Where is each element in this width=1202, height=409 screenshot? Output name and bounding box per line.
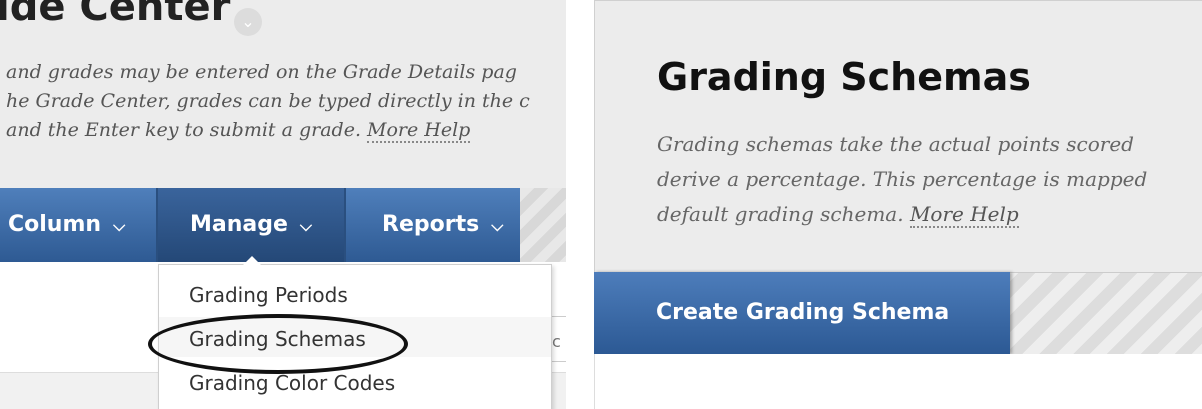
menu-caret-icon xyxy=(240,256,264,268)
description-line: and the Enter key to submit a grade. Mor… xyxy=(6,116,566,145)
more-help-link[interactable]: More Help xyxy=(909,202,1019,228)
menu-item-grading-color-codes[interactable]: Grading Color Codes xyxy=(189,371,395,395)
tab-reports-label: Reports xyxy=(382,212,480,237)
tab-column-label: Column xyxy=(8,212,102,237)
page-description: and grades may be entered on the Grade D… xyxy=(6,58,566,145)
description-text: default grading schema. xyxy=(657,202,910,226)
tab-divider xyxy=(344,188,346,262)
page-title: Grading Schemas xyxy=(657,55,1031,99)
page-title: ide Center xyxy=(0,0,231,30)
chevron-down-icon: ⌵ xyxy=(113,216,126,235)
tab-manage[interactable]: Manage ⌵ xyxy=(158,188,344,262)
more-help-link[interactable]: More Help xyxy=(367,119,471,143)
page-header: ide Center ⌄ and grades may be entered o… xyxy=(0,0,566,188)
chevron-down-icon: ⌵ xyxy=(491,216,504,235)
description-line: default grading schema. More Help xyxy=(657,197,1202,232)
menu-item-grading-periods[interactable]: Grading Periods xyxy=(189,283,348,307)
description-line: derive a percentage. This percentage is … xyxy=(657,167,1148,191)
side-column-letter: c xyxy=(552,332,561,351)
tab-column[interactable]: Column ⌵ xyxy=(8,188,125,262)
action-bar-stripes xyxy=(520,188,566,262)
tab-reports[interactable]: Reports ⌵ xyxy=(382,188,503,262)
page-description: Grading schemas take the actual points s… xyxy=(657,127,1202,232)
create-grading-schema-button[interactable]: Create Grading Schema xyxy=(594,272,1010,354)
chevron-down-icon: ⌵ xyxy=(299,216,313,235)
highlight-circle-annotation xyxy=(148,314,408,374)
page-header: Grading Schemas Grading schemas take the… xyxy=(594,0,1202,273)
description-text: and the Enter key to submit a grade. xyxy=(6,119,368,141)
title-menu-chevron-icon[interactable]: ⌄ xyxy=(234,8,262,36)
tab-manage-label: Manage xyxy=(189,212,288,237)
description-line: he Grade Center, grades can be typed dir… xyxy=(6,90,530,112)
description-line: and grades may be entered on the Grade D… xyxy=(6,61,517,83)
content-area xyxy=(594,354,1202,409)
grade-center-panel: ide Center ⌄ and grades may be entered o… xyxy=(0,0,566,409)
grading-schemas-panel: Grading Schemas Grading schemas take the… xyxy=(594,0,1202,409)
description-line: Grading schemas take the actual points s… xyxy=(657,132,1134,156)
